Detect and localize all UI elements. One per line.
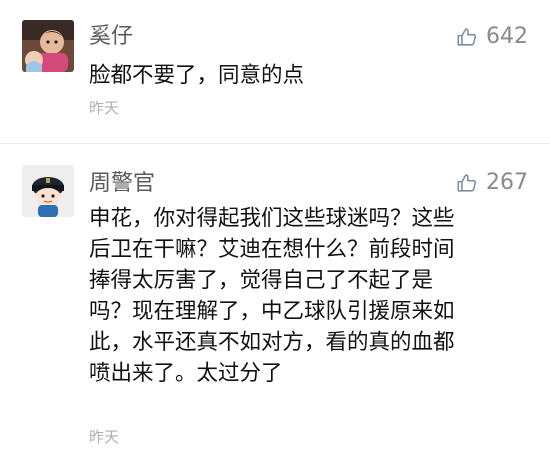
avatar[interactable] bbox=[22, 20, 74, 72]
divider bbox=[0, 143, 550, 144]
like-button[interactable]: 642 bbox=[456, 23, 528, 51]
like-count: 267 bbox=[486, 170, 528, 195]
like-button[interactable]: 267 bbox=[456, 169, 528, 197]
thumbs-up-icon bbox=[457, 174, 477, 192]
timestamp: 昨天 bbox=[89, 428, 120, 446]
thumbs-up-icon bbox=[457, 28, 477, 46]
like-count: 642 bbox=[486, 24, 528, 49]
avatar[interactable] bbox=[22, 165, 74, 217]
timestamp: 昨天 bbox=[89, 99, 120, 117]
comment-text: 申花，你对得起我们这些球迷吗？这些 后卫在干嘛？艾迪在想什么？前段时间 捧得太厉… bbox=[89, 206, 455, 386]
comment-text: 脸都不要了，同意的点 bbox=[89, 63, 305, 88]
username[interactable]: 周警官 bbox=[89, 170, 155, 198]
police-doll-avatar-icon bbox=[22, 165, 74, 217]
username[interactable]: 奚仔 bbox=[89, 23, 133, 51]
child-photo-avatar-icon bbox=[22, 20, 74, 72]
